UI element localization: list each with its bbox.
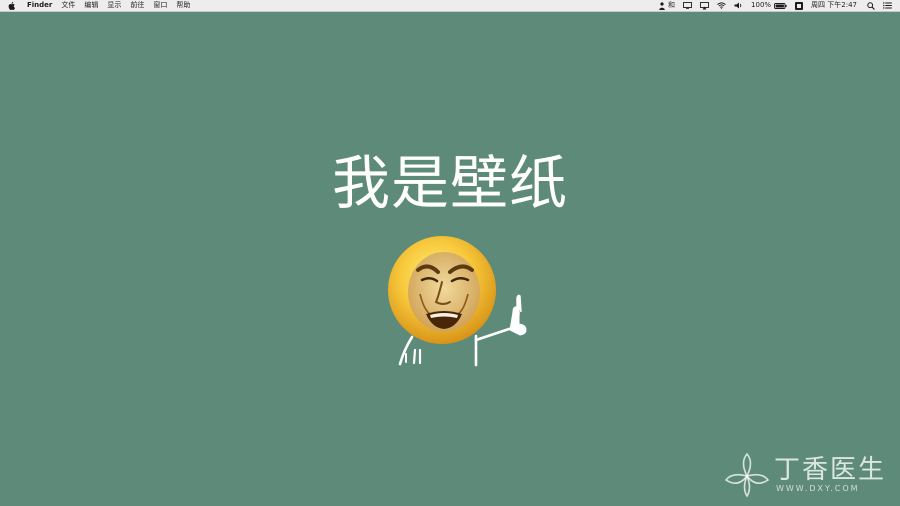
watermark-name: 丁香医生 (773, 455, 886, 485)
apple-menu-icon[interactable] (8, 1, 15, 10)
menu-window[interactable]: 窗口 (153, 0, 167, 11)
menu-view[interactable]: 显示 (107, 0, 121, 11)
airplay-icon[interactable] (700, 1, 709, 10)
wallpaper-text: 我是壁纸 (331, 149, 568, 217)
user-icon[interactable] (659, 1, 665, 10)
battery-percent[interactable]: 100% (751, 0, 771, 11)
watermark: 丁香医生 WWW.DXY.COM (724, 452, 886, 498)
menu-clock[interactable]: 周四 下午2:47 (811, 0, 857, 11)
watermark-url: WWW.DXY.COM (775, 484, 860, 493)
menu-bar-left: Finder 文件 编辑 显示 前往 窗口 帮助 (0, 0, 199, 11)
input-method-status[interactable]: 和 (668, 0, 675, 11)
spotlight-search-icon[interactable] (867, 1, 875, 10)
battery-icon[interactable] (774, 2, 787, 9)
watermark-text: 丁香医生 WWW.DXY.COM (774, 456, 886, 494)
menu-help[interactable]: 帮助 (176, 0, 190, 11)
menu-go[interactable]: 前往 (130, 0, 144, 11)
notification-center-icon[interactable] (883, 2, 892, 9)
meme-face-icon (388, 236, 527, 367)
menu-app-finder[interactable]: Finder (27, 0, 52, 11)
menu-bar: Finder 文件 编辑 显示 前往 窗口 帮助 和 100% 周四 下午2:4… (0, 0, 900, 12)
screen-icon[interactable] (683, 2, 692, 9)
menu-edit[interactable]: 编辑 (84, 0, 98, 11)
menu-file[interactable]: 文件 (61, 0, 75, 11)
wifi-icon[interactable] (717, 2, 726, 9)
volume-icon[interactable] (734, 2, 743, 9)
input-source-icon[interactable] (795, 1, 804, 10)
clove-logo-icon (724, 452, 770, 498)
menu-bar-right: 和 100% 周四 下午2:47 (651, 0, 900, 11)
